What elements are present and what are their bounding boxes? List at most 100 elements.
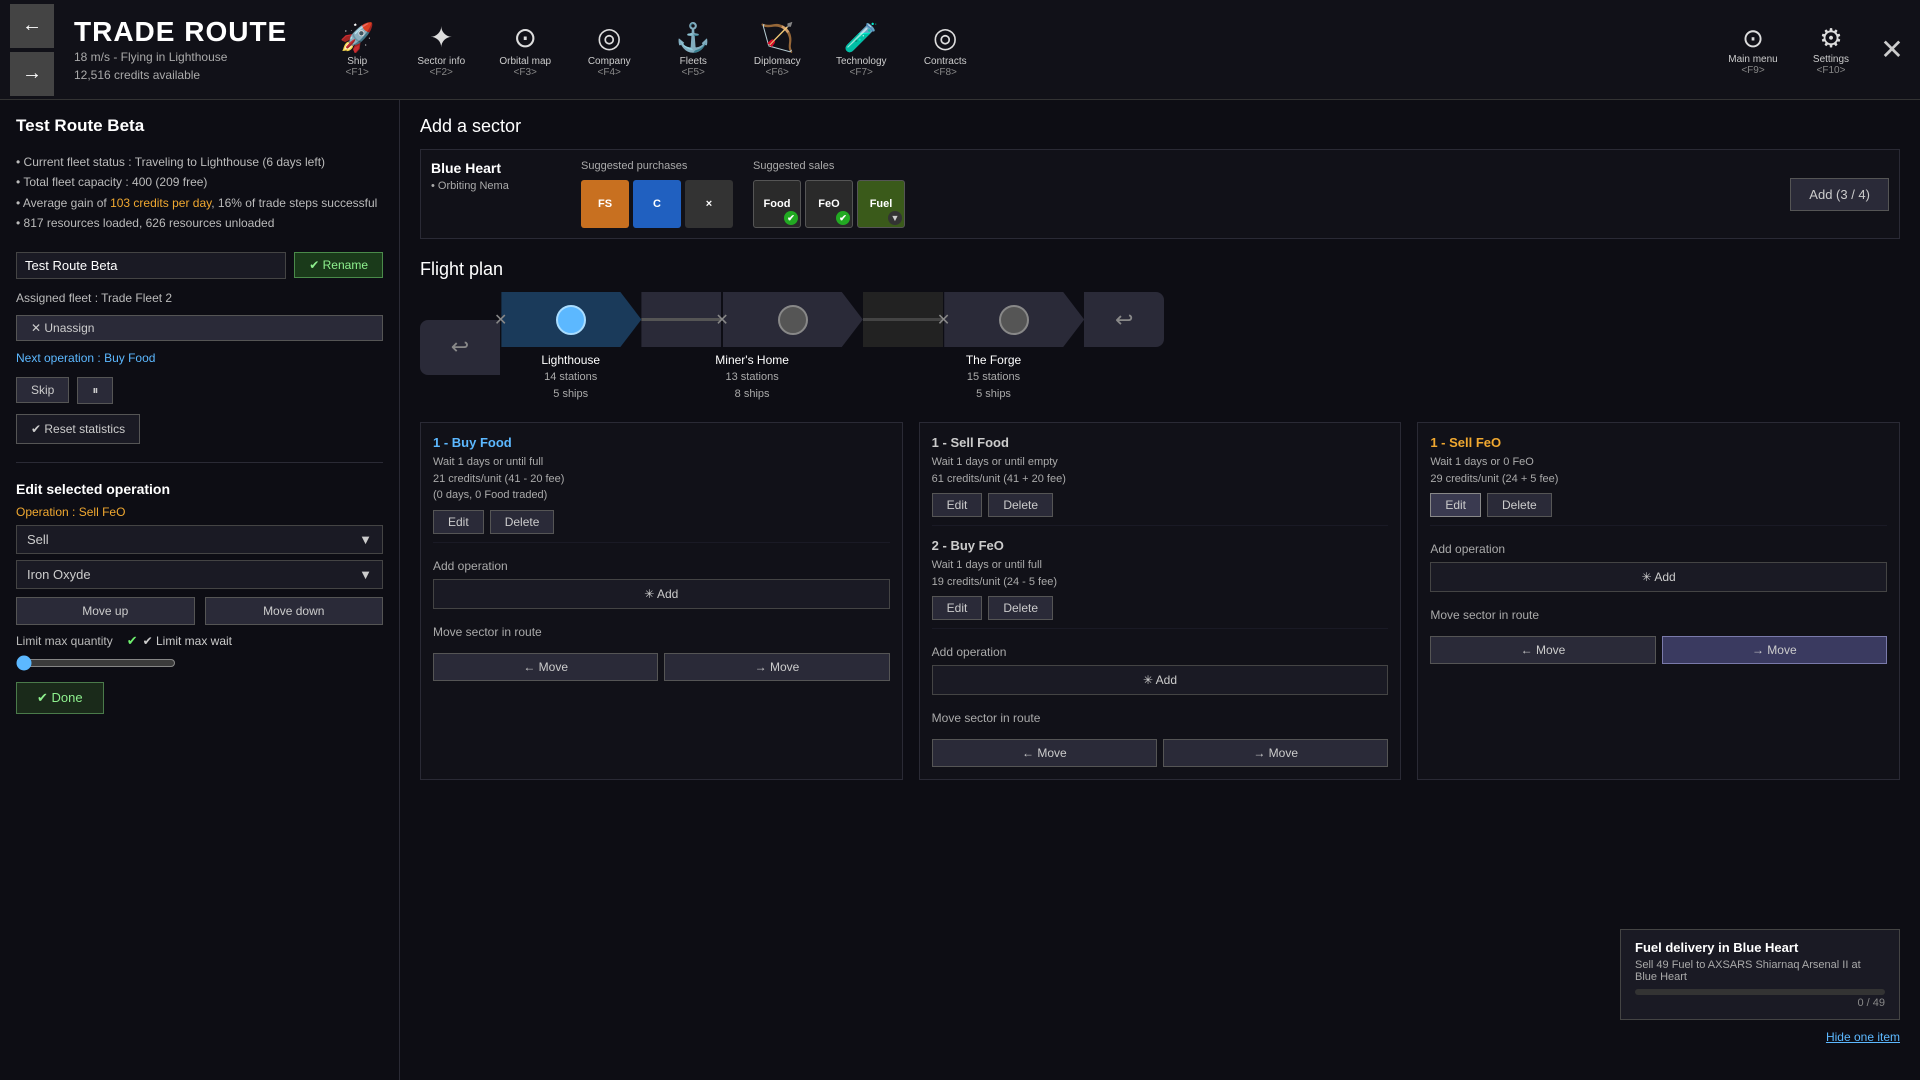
main-menu-icon: ⊙ [1742, 23, 1764, 54]
fp-miners-circle [778, 305, 808, 335]
delete-sell-food-button[interactable]: Delete [988, 493, 1053, 517]
nav-icons: 🚀 Ship <F1> ✦ Sector info <F2> ⊙ Orbital… [317, 10, 1708, 90]
nav-contracts[interactable]: ◎ Contracts <F8> [905, 10, 985, 90]
navigation-arrows: ← → [10, 4, 54, 96]
delete-buy-feo-button[interactable]: Delete [988, 596, 1053, 620]
quantity-slider[interactable] [16, 655, 176, 671]
main-menu-button[interactable]: ⊙ Main menu <F9> [1718, 23, 1788, 76]
edit-sell-food-button[interactable]: Edit [932, 493, 983, 517]
add-op-title-1: Add operation [932, 645, 1389, 659]
purchase-chip-fs[interactable]: FS [581, 180, 629, 228]
move-right-miners[interactable]: → Move [1163, 739, 1388, 767]
op-title-buy-feo[interactable]: 2 - Buy FeO [932, 538, 1389, 553]
skip-row: Skip ⏸ [16, 377, 383, 404]
add-op-button-lighthouse[interactable]: ✳ Add [433, 579, 890, 609]
action-dropdown[interactable]: Sell ▼ [16, 525, 383, 554]
op-title-sell-food[interactable]: 1 - Sell Food [932, 435, 1389, 450]
route-title: Test Route Beta [16, 116, 383, 136]
tooltip-title: Fuel delivery in Blue Heart [1635, 940, 1885, 955]
add-op-button-miners[interactable]: ✳ Add [932, 665, 1389, 695]
op-title-buy-food[interactable]: 1 - Buy Food [433, 435, 890, 450]
delete-sell-feo-button[interactable]: Delete [1487, 493, 1552, 517]
nav-ship[interactable]: 🚀 Ship <F1> [317, 10, 397, 90]
suggested-purchases-items: FS C × [581, 180, 733, 228]
add-op-button-forge[interactable]: ✳ Add [1430, 562, 1887, 592]
edit-buy-food-button[interactable]: Edit [433, 510, 484, 534]
fp-x-3: ✕ [937, 310, 950, 330]
move-left-forge[interactable]: ← Move [1430, 636, 1655, 664]
title-block: TRADE ROUTE 18 m/s - Flying in Lighthous… [74, 16, 287, 84]
nav-diplomacy[interactable]: 🏹 Diplomacy <F6> [737, 10, 817, 90]
fp-lighthouse[interactable] [501, 292, 641, 347]
unassign-button[interactable]: ✕ Unassign [16, 315, 383, 341]
sale-chip-feo[interactable]: FeO ✔ [805, 180, 853, 228]
fp-node-start: ↩ [420, 320, 500, 375]
move-sector-title-1: Move sector in route [932, 711, 1389, 725]
company-icon: ◎ [597, 21, 621, 54]
route-name-input[interactable] [16, 252, 286, 279]
status-block: • Current fleet status : Traveling to Li… [16, 152, 383, 234]
operations-columns: 1 - Buy Food Wait 1 days or until full21… [420, 422, 1900, 780]
orbital-map-icon: ⊙ [514, 21, 537, 54]
resource-dropdown[interactable]: Iron Oxyde ▼ [16, 560, 383, 589]
tooltip-count: 0 / 49 [1635, 997, 1885, 1009]
forward-arrow[interactable]: → [10, 52, 54, 96]
nav-company[interactable]: ◎ Company <F4> [569, 10, 649, 90]
move-row: Move up Move down [16, 597, 383, 625]
op-desc-buy-food: Wait 1 days or until full21 credits/unit… [433, 454, 890, 504]
close-button[interactable]: ✕ [1874, 32, 1910, 68]
fp-the-forge[interactable] [944, 292, 1084, 347]
fp-separator-1: ✕ Lighthouse 14 stations 5 ships [500, 292, 641, 402]
edit-sell-feo-button[interactable]: Edit [1430, 493, 1481, 517]
move-right-forge[interactable]: → Move [1662, 636, 1887, 664]
left-panel: Test Route Beta • Current fleet status :… [0, 100, 400, 1080]
add-sector-title: Add a sector [420, 116, 1900, 137]
sale-chip-food[interactable]: Food ✔ [753, 180, 801, 228]
move-up-button[interactable]: Move up [16, 597, 195, 625]
rename-row: ✔ Rename [16, 252, 383, 279]
next-op-link[interactable]: Buy Food [104, 351, 155, 365]
sale-chip-fuel[interactable]: Fuel ▼ [857, 180, 905, 228]
add-op-section-forge: Add operation ✳ Add [1430, 542, 1887, 592]
edit-section: Edit selected operation Operation : Sell… [16, 481, 383, 714]
operation-label: Operation : Sell FeO [16, 505, 383, 519]
hide-one-item-button[interactable]: Hide one item [1826, 1030, 1900, 1044]
suggested-block: Suggested purchases FS C × Sug [581, 160, 1770, 228]
settings-button[interactable]: ⚙ Settings <F10> [1796, 23, 1866, 76]
move-down-button[interactable]: Move down [205, 597, 384, 625]
nav-sector-info[interactable]: ✦ Sector info <F2> [401, 10, 481, 90]
purchase-chip-x[interactable]: × [685, 180, 733, 228]
op-desc-sell-feo: Wait 1 days or 0 FeO29 credits/unit (24 … [1430, 454, 1887, 487]
nav-orbital-map[interactable]: ⊙ Orbital map <F3> [485, 10, 565, 90]
done-button[interactable]: ✔ Done [16, 682, 104, 714]
delete-buy-food-button[interactable]: Delete [490, 510, 555, 534]
rename-button[interactable]: ✔ Rename [294, 252, 383, 278]
limit-max-wait-checkbox[interactable]: ✔ ✔ Limit max wait [127, 633, 232, 649]
add-op-section-miners: Add operation ✳ Add [932, 645, 1389, 695]
back-arrow[interactable]: ← [10, 4, 54, 48]
assigned-fleet-label: Assigned fleet : Trade Fleet 2 [16, 291, 383, 305]
move-right-lighthouse[interactable]: → Move [664, 653, 889, 681]
flight-plan-section: Flight plan ↩ ✕ [420, 259, 1900, 402]
op-buttons-buy-feo: Edit Delete [932, 596, 1389, 620]
contracts-icon: ◎ [933, 21, 957, 54]
fleets-icon: ⚓ [676, 21, 711, 54]
purchase-chip-c[interactable]: C [633, 180, 681, 228]
move-left-lighthouse[interactable]: ← Move [433, 653, 658, 681]
pause-button[interactable]: ⏸ [77, 377, 113, 404]
tooltip-popup: Fuel delivery in Blue Heart Sell 49 Fuel… [1620, 929, 1900, 1020]
nav-fleets[interactable]: ⚓ Fleets <F5> [653, 10, 733, 90]
op-entry-sell-feo: 1 - Sell FeO Wait 1 days or 0 FeO29 cred… [1430, 435, 1887, 526]
skip-button[interactable]: Skip [16, 377, 69, 403]
op-entry-sell-food: 1 - Sell Food Wait 1 days or until empty… [932, 435, 1389, 526]
slider-row [16, 655, 383, 674]
add-sector-button[interactable]: Add (3 / 4) [1790, 178, 1889, 211]
fp-separator-3: ✕ ↩ The Forge 15 stations 5 ships [863, 292, 1164, 402]
nav-technology[interactable]: 🧪 Technology <F7> [821, 10, 901, 90]
fp-miners-home[interactable] [723, 292, 863, 347]
reset-statistics-button[interactable]: ✔ Reset statistics [16, 414, 140, 444]
op-title-sell-feo[interactable]: 1 - Sell FeO [1430, 435, 1887, 450]
move-left-miners[interactable]: ← Move [932, 739, 1157, 767]
suggested-sales-col: Suggested sales Food ✔ FeO ✔ Fuel ▼ [753, 160, 905, 228]
edit-buy-feo-button[interactable]: Edit [932, 596, 983, 620]
